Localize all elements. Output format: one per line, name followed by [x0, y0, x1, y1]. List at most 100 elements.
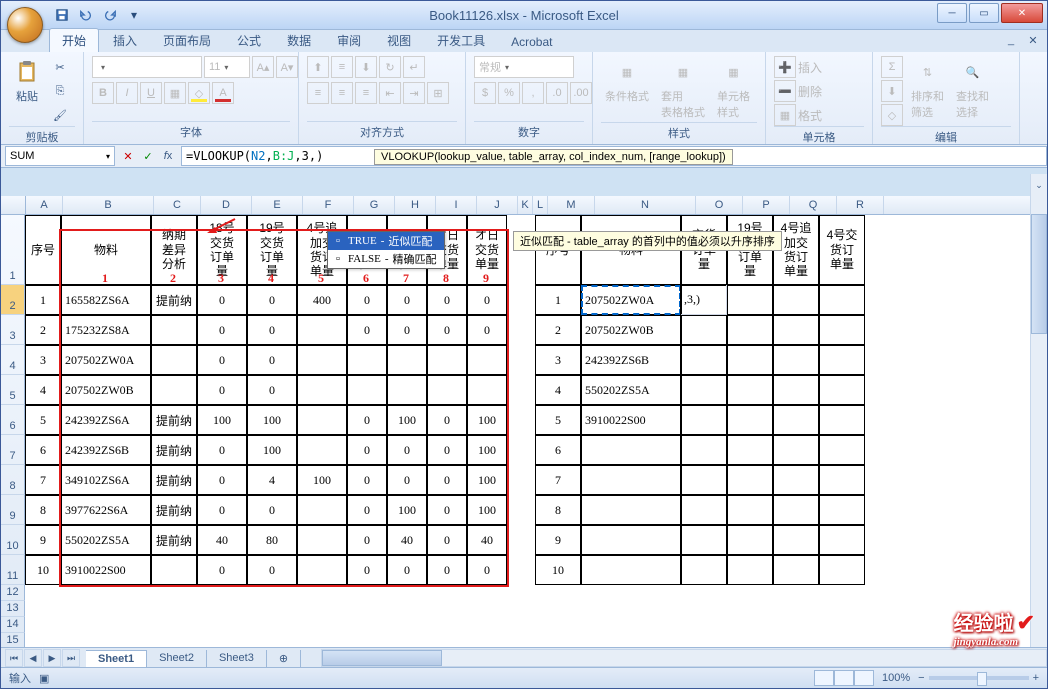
office-button[interactable] [7, 7, 43, 43]
cell-F10[interactable] [297, 525, 347, 555]
cell-C8[interactable]: 提前纳 [151, 465, 197, 495]
cell-G5[interactable] [347, 375, 387, 405]
cell-R6[interactable] [819, 405, 865, 435]
cell-Q7[interactable] [773, 435, 819, 465]
formula-autocomplete[interactable]: ▫TRUE - 近似匹配▫FALSE - 精确匹配 [327, 231, 445, 269]
wrap-text-icon[interactable]: ↵ [403, 56, 425, 78]
cell-B11[interactable]: 3910022S00 [61, 555, 151, 585]
normal-view-icon[interactable] [814, 670, 834, 686]
row-header-7[interactable]: 7 [1, 435, 25, 465]
macro-record-icon[interactable]: ▣ [39, 672, 49, 685]
cell-I11[interactable]: 0 [427, 555, 467, 585]
cell-N5[interactable]: 550202ZS5A [581, 375, 681, 405]
cell-F11[interactable] [297, 555, 347, 585]
cell-E9[interactable]: 0 [247, 495, 297, 525]
cell-M11[interactable]: 10 [535, 555, 581, 585]
cell-M3[interactable]: 2 [535, 315, 581, 345]
cell-B3[interactable]: 175232ZS8A [61, 315, 151, 345]
cell-C10[interactable]: 提前纳 [151, 525, 197, 555]
col-header-P[interactable]: P [743, 196, 790, 214]
cell-J7[interactable]: 100 [467, 435, 507, 465]
font-size-combo[interactable]: 11▾ [204, 56, 250, 78]
cell-I4[interactable] [427, 345, 467, 375]
cell-H5[interactable] [387, 375, 427, 405]
cell-styles-button[interactable]: ▦单元格 样式 [713, 56, 754, 122]
cell-B10[interactable]: 550202ZS5A [61, 525, 151, 555]
vertical-scrollbar[interactable] [1030, 196, 1047, 648]
cell-A8[interactable]: 7 [25, 465, 61, 495]
col-header-J[interactable]: J [477, 196, 518, 214]
fill-color-icon[interactable]: ◇ [188, 82, 210, 104]
shrink-font-icon[interactable]: A▾ [276, 56, 298, 78]
cell-I5[interactable] [427, 375, 467, 405]
cell-N8[interactable] [581, 465, 681, 495]
cell-C3[interactable] [151, 315, 197, 345]
row-header-3[interactable]: 3 [1, 315, 25, 345]
formula-input[interactable]: =VLOOKUP(N2,B:J,3,) VLOOKUP(lookup_value… [181, 146, 1047, 166]
col-header-F[interactable]: F [303, 196, 354, 214]
tab-页面布局[interactable]: 页面布局 [151, 29, 223, 52]
row-header-12[interactable]: 12 [1, 585, 25, 601]
sheet-tab-Sheet2[interactable]: Sheet2 [147, 650, 207, 667]
cell-E3[interactable]: 0 [247, 315, 297, 345]
align-middle-icon[interactable]: ≡ [331, 56, 353, 78]
cell-O7[interactable] [681, 435, 727, 465]
percent-icon[interactable]: % [498, 82, 520, 104]
conditional-format-button[interactable]: ▦条件格式 [601, 56, 653, 106]
cell-P8[interactable] [727, 465, 773, 495]
cell-F7[interactable] [297, 435, 347, 465]
col-header-K[interactable]: K [518, 196, 533, 214]
cell-A7[interactable]: 6 [25, 435, 61, 465]
cell-J10[interactable]: 40 [467, 525, 507, 555]
undo-icon[interactable] [77, 6, 95, 24]
grow-font-icon[interactable]: A▴ [252, 56, 274, 78]
cell-H8[interactable]: 0 [387, 465, 427, 495]
cell-E10[interactable]: 80 [247, 525, 297, 555]
cell-Q5[interactable] [773, 375, 819, 405]
col-header-C[interactable]: C [154, 196, 201, 214]
row-header-4[interactable]: 4 [1, 345, 25, 375]
cell-A2[interactable]: 1 [25, 285, 61, 315]
cell-E6[interactable]: 100 [247, 405, 297, 435]
cell-D3[interactable]: 0 [197, 315, 247, 345]
sheet-next-icon[interactable]: ▶ [43, 649, 61, 667]
align-center-icon[interactable]: ≡ [331, 82, 353, 104]
redo-icon[interactable] [101, 6, 119, 24]
cell-M8[interactable]: 7 [535, 465, 581, 495]
close-button[interactable]: ✕ [1001, 3, 1043, 23]
cell-O8[interactable] [681, 465, 727, 495]
cell-B5[interactable]: 207502ZW0B [61, 375, 151, 405]
cell-A1[interactable]: 序号 [25, 215, 61, 285]
cell-D9[interactable]: 0 [197, 495, 247, 525]
cell-F5[interactable] [297, 375, 347, 405]
number-format-combo[interactable]: 常规▾ [474, 56, 574, 78]
cell-C7[interactable]: 提前纳 [151, 435, 197, 465]
cell-I9[interactable]: 0 [427, 495, 467, 525]
minimize-button[interactable]: ─ [937, 3, 967, 23]
cell-G8[interactable]: 0 [347, 465, 387, 495]
cell-R10[interactable] [819, 525, 865, 555]
cell-G10[interactable]: 0 [347, 525, 387, 555]
cell-P3[interactable] [727, 315, 773, 345]
cell-M5[interactable]: 4 [535, 375, 581, 405]
insert-cells-icon[interactable]: ➕ [774, 56, 796, 78]
format-cells-icon[interactable]: ▦ [774, 104, 796, 126]
cell-Q11[interactable] [773, 555, 819, 585]
cell-A3[interactable]: 2 [25, 315, 61, 345]
cell-M10[interactable]: 9 [535, 525, 581, 555]
cell-I6[interactable]: 0 [427, 405, 467, 435]
cell-G7[interactable]: 0 [347, 435, 387, 465]
cell-P10[interactable] [727, 525, 773, 555]
cell-J5[interactable] [467, 375, 507, 405]
hscroll-thumb[interactable] [322, 650, 442, 666]
formula-bar-expand-icon[interactable]: ⌄ [1030, 174, 1047, 196]
cell-G6[interactable]: 0 [347, 405, 387, 435]
cell-M2[interactable]: 1 [535, 285, 581, 315]
cell-B4[interactable]: 207502ZW0A [61, 345, 151, 375]
cell-O6[interactable] [681, 405, 727, 435]
row-header-15[interactable]: 15 [1, 633, 25, 648]
font-name-combo[interactable]: ▾ [92, 56, 202, 78]
cell-C6[interactable]: 提前纳 [151, 405, 197, 435]
cell-P11[interactable] [727, 555, 773, 585]
cell-C4[interactable] [151, 345, 197, 375]
